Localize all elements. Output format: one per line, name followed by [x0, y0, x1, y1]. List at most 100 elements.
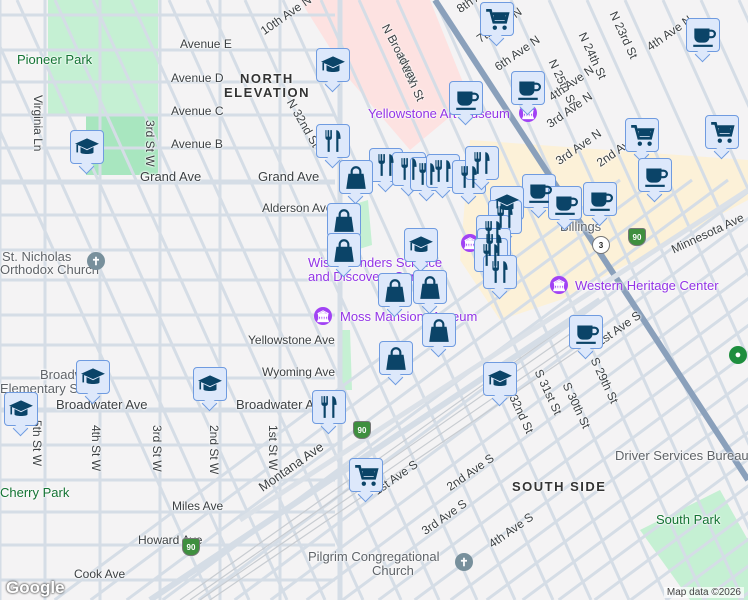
- coffee-marker[interactable]: [522, 174, 556, 208]
- street-label: Alderson Ave: [262, 201, 333, 215]
- bag-marker[interactable]: [327, 233, 361, 267]
- coffee-icon: [693, 28, 716, 47]
- school-marker[interactable]: [404, 228, 438, 262]
- highway-shield: 90: [628, 228, 646, 246]
- street-label: Grand Ave: [258, 169, 320, 184]
- shopping-bag-icon: [346, 166, 366, 189]
- poi-label[interactable]: Cherry Park: [0, 485, 69, 500]
- neighborhood-label: ELEVATION: [224, 85, 310, 100]
- cart-marker[interactable]: [625, 118, 659, 152]
- shopping-bag-icon: [385, 279, 405, 302]
- coffee-marker[interactable]: [548, 186, 582, 220]
- highway-shield: 90: [182, 538, 200, 556]
- coffee-marker[interactable]: [686, 18, 720, 52]
- street-label: Yellowstone Ave: [248, 333, 335, 347]
- neighborhood-label: NORTH: [240, 71, 294, 86]
- street-label: Grand Ave: [140, 169, 202, 184]
- coffee-marker[interactable]: [511, 71, 545, 105]
- restaurant-icon: [321, 396, 337, 418]
- school-icon: [321, 56, 345, 73]
- neighborhood-label: SOUTH SIDE: [512, 479, 607, 494]
- fork-marker[interactable]: [465, 146, 499, 180]
- school-marker[interactable]: [483, 362, 517, 396]
- fork-marker[interactable]: [316, 124, 350, 158]
- bag-marker[interactable]: [413, 270, 447, 304]
- map-canvas[interactable]: [0, 0, 748, 600]
- restaurant-icon: [492, 261, 508, 283]
- school-icon: [488, 370, 512, 387]
- restaurant-icon: [435, 160, 451, 182]
- museum-icon[interactable]: 🏛: [550, 276, 568, 294]
- fork-marker[interactable]: [426, 154, 460, 188]
- poi-label[interactable]: Western Heritage Center: [575, 278, 719, 293]
- coffee-icon: [555, 196, 578, 215]
- poi-label[interactable]: Driver Services Bureau: [615, 448, 748, 463]
- cart-icon: [711, 121, 735, 143]
- church-icon[interactable]: ✝: [455, 553, 473, 571]
- school-marker[interactable]: [193, 367, 227, 401]
- highway-shield: 3: [592, 236, 610, 254]
- poi-label[interactable]: Church: [372, 563, 414, 578]
- museum-icon[interactable]: 🏛: [314, 307, 332, 325]
- shopping-bag-icon: [420, 276, 440, 299]
- school-icon: [81, 368, 105, 385]
- poi-label[interactable]: Moss Mansion Museum: [340, 309, 477, 324]
- cart-marker[interactable]: [480, 2, 514, 36]
- street-label: Broadwater Ave: [56, 397, 148, 412]
- street-label: Cook Ave: [74, 567, 126, 581]
- school-icon: [75, 138, 99, 155]
- coffee-marker[interactable]: [583, 182, 617, 216]
- place-icon[interactable]: ●: [729, 346, 747, 364]
- street-label: 1st St W: [266, 425, 280, 471]
- street-label: 2nd St W: [207, 425, 221, 475]
- bag-marker[interactable]: [339, 160, 373, 194]
- coffee-marker[interactable]: [638, 158, 672, 192]
- poi-label[interactable]: Pilgrim Congregational: [308, 549, 440, 564]
- school-marker[interactable]: [70, 130, 104, 164]
- park-label: South Park: [656, 512, 721, 527]
- street-label: Wyoming Ave: [262, 365, 336, 379]
- shopping-bag-icon: [429, 319, 449, 342]
- poi-label[interactable]: Orthodox Church: [0, 262, 99, 277]
- coffee-icon: [645, 168, 668, 187]
- coffee-marker[interactable]: [449, 81, 483, 115]
- park-label: Pioneer Park: [17, 52, 93, 67]
- map-credit: Map data ©2026: [663, 587, 744, 598]
- restaurant-icon: [325, 130, 341, 152]
- street-label: Avenue E: [180, 37, 232, 51]
- cart-icon: [486, 8, 510, 30]
- street-label: Miles Ave: [172, 499, 224, 513]
- coffee-icon: [576, 325, 599, 344]
- cart-marker[interactable]: [705, 115, 739, 149]
- poi-label[interactable]: Yellowstone Art Museum: [368, 106, 510, 121]
- cart-icon: [631, 124, 655, 146]
- coffee-marker[interactable]: [569, 315, 603, 349]
- street-label: 3rd St W: [150, 425, 164, 472]
- street-label: Avenue D: [171, 71, 224, 85]
- street-label: Virginia Ln: [31, 95, 45, 152]
- school-marker[interactable]: [76, 360, 110, 394]
- bag-marker[interactable]: [379, 341, 413, 375]
- school-icon: [409, 236, 433, 253]
- coffee-icon: [529, 184, 552, 203]
- bag-marker[interactable]: [378, 273, 412, 307]
- bag-marker[interactable]: [422, 313, 456, 347]
- shopping-bag-icon: [334, 209, 354, 232]
- street-label: Avenue C: [171, 104, 224, 118]
- fork-marker[interactable]: [483, 255, 517, 289]
- bag-marker[interactable]: [327, 203, 361, 237]
- cart-icon: [355, 464, 379, 486]
- school-icon: [9, 400, 33, 417]
- school-icon: [198, 375, 222, 392]
- street-label: 3rd St W: [143, 120, 157, 167]
- shopping-bag-icon: [334, 239, 354, 262]
- cart-marker[interactable]: [349, 458, 383, 492]
- highway-shield: 90: [353, 421, 371, 439]
- street-label: 4th St W: [89, 425, 103, 472]
- fork-marker[interactable]: [312, 390, 346, 424]
- street-label: 5th St W: [30, 420, 44, 467]
- coffee-icon: [590, 192, 613, 211]
- school-marker[interactable]: [316, 48, 350, 82]
- school-marker[interactable]: [4, 392, 38, 426]
- church-icon[interactable]: ✝: [87, 252, 105, 270]
